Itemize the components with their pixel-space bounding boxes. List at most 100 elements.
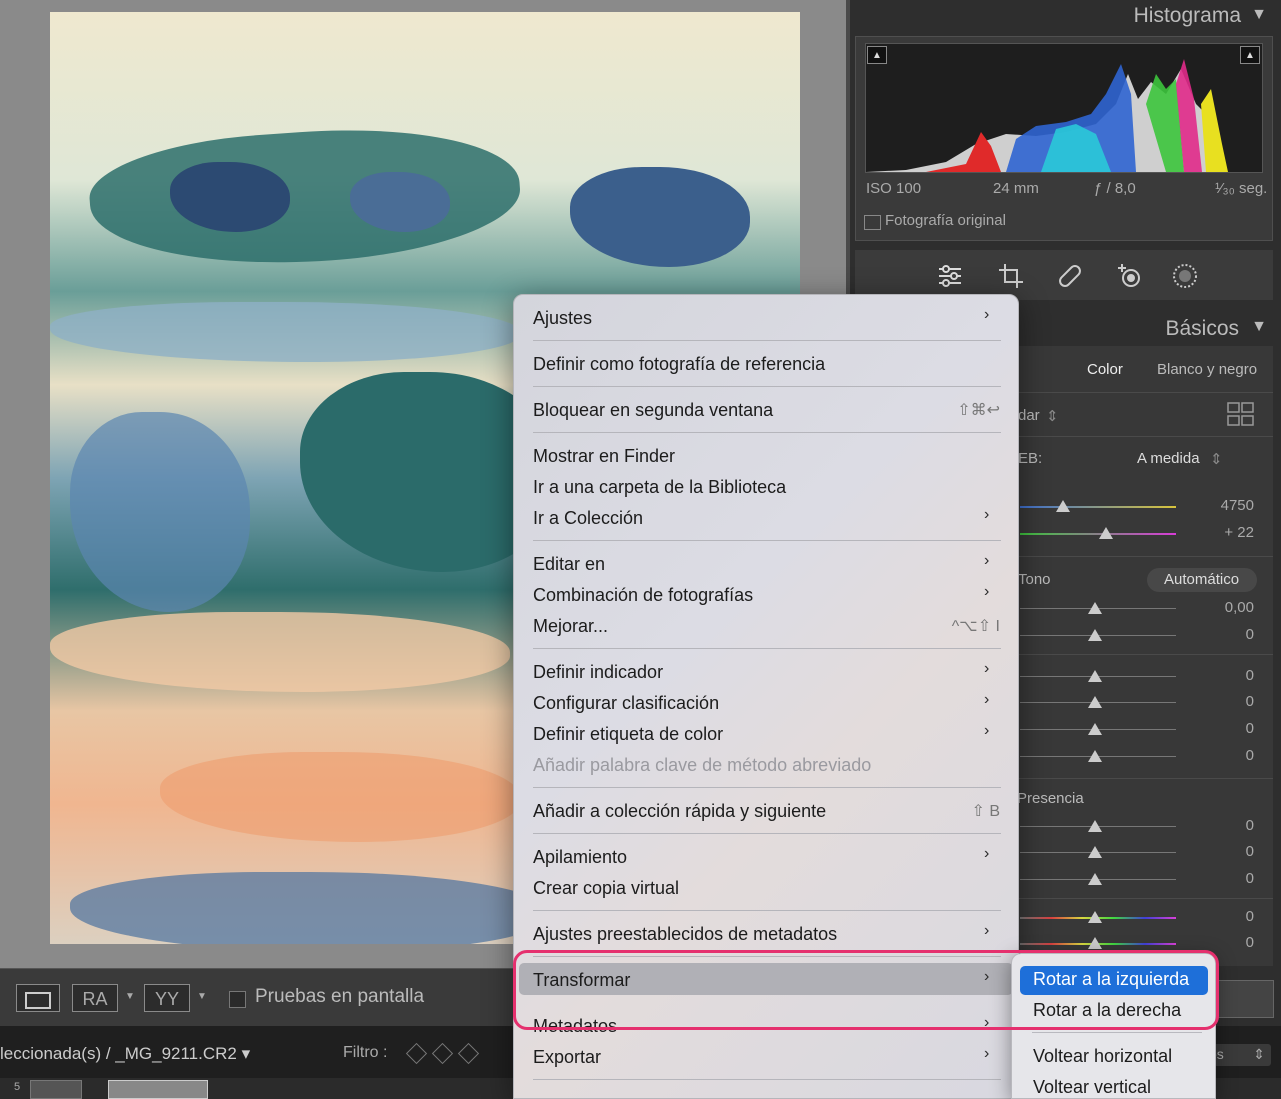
- menu-item-flip-horizontal[interactable]: Voltear horizontal: [1033, 1046, 1172, 1067]
- sliders-icon[interactable]: [936, 262, 964, 290]
- menu-separator: [533, 386, 1001, 387]
- chevron-right-icon: ›: [984, 660, 990, 677]
- shortcut-label: ⇧⌘↩: [957, 402, 1000, 419]
- clarity-slider-knob[interactable]: [1088, 846, 1102, 858]
- menu-item-show-in-finder[interactable]: Mostrar en Finder: [533, 446, 675, 467]
- contrast-slider-knob[interactable]: [1088, 629, 1102, 641]
- annotation-highlight: [513, 950, 1219, 1030]
- menu-item-stacking[interactable]: Apilamiento: [533, 847, 627, 868]
- redeye-icon[interactable]: [1116, 262, 1144, 290]
- chevron-right-icon: ›: [984, 306, 990, 323]
- healing-icon[interactable]: [1056, 262, 1084, 290]
- menu-item-set-color-label[interactable]: Definir etiqueta de color: [533, 724, 723, 745]
- thumb-number: 5: [14, 1081, 21, 1093]
- saturation-slider-knob[interactable]: [1088, 937, 1102, 949]
- blacks-value[interactable]: 0: [1194, 747, 1254, 764]
- original-photo-label: Fotografía original: [885, 212, 1006, 229]
- crop-icon[interactable]: [997, 262, 1025, 290]
- menu-separator: [533, 1079, 1001, 1080]
- menu-item-enhance[interactable]: Mejorar...: [533, 616, 608, 637]
- menu-item-lock-second-window[interactable]: Bloquear en segunda ventana: [533, 400, 773, 421]
- dehaze-value[interactable]: 0: [1194, 870, 1254, 887]
- tint-value[interactable]: + 22: [1194, 524, 1254, 541]
- chevron-down-icon[interactable]: ▼: [125, 991, 135, 1002]
- vibrance-value[interactable]: 0: [1194, 908, 1254, 925]
- tint-slider-track[interactable]: [1020, 533, 1176, 535]
- shadows-value[interactable]: 0: [1194, 693, 1254, 710]
- menu-item-edit-in[interactable]: Editar en: [533, 554, 605, 575]
- texture-slider-knob[interactable]: [1088, 820, 1102, 832]
- collapse-triangle-icon[interactable]: ▼: [1251, 6, 1267, 24]
- shadows-slider-knob[interactable]: [1088, 696, 1102, 708]
- contrast-value[interactable]: 0: [1194, 626, 1254, 643]
- menu-item-go-to-collection[interactable]: Ir a Colección: [533, 508, 643, 529]
- collapse-triangle-icon[interactable]: ▼: [1251, 318, 1267, 336]
- menu-separator: [533, 432, 1001, 433]
- chevron-right-icon: ›: [984, 691, 990, 708]
- histogram-graph[interactable]: [865, 43, 1263, 173]
- chevron-right-icon: ›: [984, 583, 990, 600]
- saturation-value[interactable]: 0: [1194, 934, 1254, 951]
- highlights-value[interactable]: 0: [1194, 667, 1254, 684]
- reset-button[interactable]: [1216, 980, 1274, 1018]
- filmstrip-thumbnail-selected[interactable]: [108, 1080, 208, 1099]
- dehaze-slider-knob[interactable]: [1088, 873, 1102, 885]
- wb-select[interactable]: A medida: [1137, 450, 1200, 467]
- menu-item-export[interactable]: Exportar: [533, 1047, 601, 1068]
- compare-button[interactable]: YY: [144, 984, 190, 1012]
- treatment-bw-tab[interactable]: Blanco y negro: [1157, 361, 1257, 378]
- histogram-title[interactable]: Histograma: [1134, 4, 1241, 28]
- focal-length-value: 24 mm: [993, 180, 1039, 197]
- menu-item-set-flag[interactable]: Definir indicador: [533, 662, 663, 683]
- mask-icon[interactable]: [1171, 262, 1199, 290]
- loupe-view-button[interactable]: [16, 984, 60, 1012]
- temp-slider-knob[interactable]: [1056, 500, 1070, 512]
- whites-value[interactable]: 0: [1194, 720, 1254, 737]
- filmstrip-thumbnail[interactable]: [30, 1080, 82, 1099]
- wb-label: EB:: [1018, 450, 1043, 467]
- shadow-clipping-icon[interactable]: ▲: [867, 46, 887, 64]
- exposure-slider-knob[interactable]: [1088, 602, 1102, 614]
- menu-item-quick-collection-next[interactable]: Añadir a colección rápida y siguiente: [533, 801, 826, 822]
- whites-slider-knob[interactable]: [1088, 723, 1102, 735]
- filmstrip-path[interactable]: leccionada(s) / _MG_9211.CR2 ▾: [0, 1044, 250, 1064]
- exposure-value[interactable]: 0,00: [1194, 599, 1254, 616]
- before-after-button[interactable]: RA: [72, 984, 118, 1012]
- texture-value[interactable]: 0: [1194, 817, 1254, 834]
- tone-label: Tono: [1018, 571, 1051, 588]
- menu-item-photo-merge[interactable]: Combinación de fotografías: [533, 585, 753, 606]
- menu-item-virtual-copy[interactable]: Crear copia virtual: [533, 878, 679, 899]
- chevron-down-icon[interactable]: ▼: [197, 991, 207, 1002]
- menu-item-reference-photo[interactable]: Definir como fotografía de referencia: [533, 354, 825, 375]
- vibrance-slider-knob[interactable]: [1088, 911, 1102, 923]
- menu-item-set-rating[interactable]: Configurar clasificación: [533, 693, 719, 714]
- soft-proofing-checkbox[interactable]: [229, 991, 246, 1008]
- menu-item-flip-vertical[interactable]: Voltear vertical: [1033, 1077, 1151, 1098]
- shortcut-label: ^⌥⇧ I: [951, 618, 1000, 635]
- presence-label: Presencia: [1017, 790, 1084, 807]
- menu-item-metadata-presets[interactable]: Ajustes preestablecidos de metadatos: [533, 924, 837, 945]
- shortcut-label: ⇧ B: [971, 803, 1000, 820]
- aperture-value: ƒ / 8,0: [1094, 180, 1136, 197]
- clarity-value[interactable]: 0: [1194, 843, 1254, 860]
- chevron-updown-icon: ⇕: [1210, 451, 1223, 468]
- original-photo-checkbox[interactable]: [864, 215, 881, 230]
- chevron-updown-icon: ⇕: [1253, 1046, 1265, 1062]
- blacks-slider-knob[interactable]: [1088, 750, 1102, 762]
- treatment-color-tab[interactable]: Color: [1087, 361, 1123, 378]
- temp-slider-track[interactable]: [1020, 506, 1176, 508]
- menu-item-ajustes[interactable]: Ajustes: [533, 308, 592, 329]
- auto-tone-label[interactable]: Automático: [1164, 571, 1239, 588]
- menu-separator: [533, 833, 1001, 834]
- profile-browser-icon[interactable]: [1227, 402, 1255, 430]
- highlights-slider-knob[interactable]: [1088, 670, 1102, 682]
- menu-separator: [533, 540, 1001, 541]
- tint-slider-knob[interactable]: [1099, 527, 1113, 539]
- basic-panel-title[interactable]: Básicos: [1165, 317, 1239, 341]
- menu-item-go-to-folder[interactable]: Ir a una carpeta de la Biblioteca: [533, 477, 786, 498]
- highlight-clipping-icon[interactable]: ▲: [1240, 46, 1260, 64]
- temp-value[interactable]: 4750: [1194, 497, 1254, 514]
- filter-label: Filtro :: [343, 1044, 388, 1061]
- chevron-right-icon: ›: [984, 845, 990, 862]
- profile-select[interactable]: dar: [1018, 407, 1040, 424]
